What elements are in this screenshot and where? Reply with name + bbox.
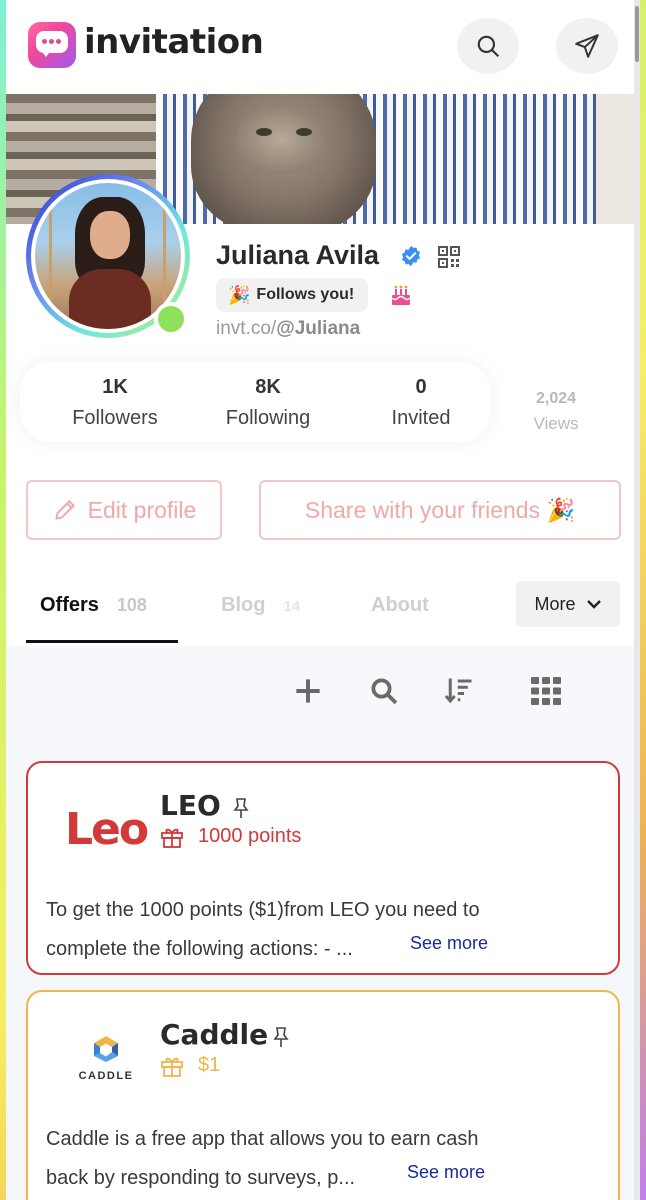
search-offers-button[interactable]: [367, 674, 401, 708]
send-icon: [575, 34, 599, 58]
search-icon: [371, 678, 398, 705]
caddle-logo: CADDLE: [46, 1018, 166, 1098]
stat-followers[interactable]: 1K Followers: [40, 376, 190, 430]
see-more-link[interactable]: See more: [410, 933, 488, 954]
caddle-logo-icon: [94, 1036, 118, 1062]
share-with-friends-button[interactable]: Share with your friends 🎉: [259, 480, 621, 540]
profile-tabs: Offers 108 Blog 14 About More: [6, 568, 640, 646]
stat-views: 2,024 Views: [533, 390, 579, 433]
follows-you-badge: 🎉 Follows you!: [216, 278, 369, 312]
offer-title: LEO: [160, 789, 221, 822]
grid-icon: [531, 677, 561, 705]
chevron-down-icon: [586, 600, 601, 609]
tab-about[interactable]: About: [371, 594, 429, 617]
sort-button[interactable]: [442, 674, 476, 708]
search-icon: [477, 35, 500, 58]
offer-card-leo[interactable]: Leo LEO 1000 points To get the 1000 poin…: [26, 761, 620, 975]
more-dropdown[interactable]: More: [516, 581, 620, 627]
offer-description: To get the 1000 points ($1)from LEO you …: [46, 899, 480, 960]
sort-icon: [444, 678, 472, 704]
profile-name: Juliana Avila: [216, 240, 380, 270]
leo-logo: Leo: [64, 803, 149, 855]
profile-handle[interactable]: invt.co/@Juliana: [216, 318, 360, 340]
brand-name[interactable]: invitation: [84, 22, 264, 62]
stats-card: 1K Followers 8K Following 0 Invited: [20, 362, 490, 442]
offers-panel: Leo LEO 1000 points To get the 1000 poin…: [6, 646, 640, 1200]
gift-icon: [161, 1057, 183, 1077]
app-logo-icon[interactable]: [28, 22, 76, 68]
plus-icon: [296, 679, 320, 703]
offer-card-caddle[interactable]: CADDLE Caddle $1 Caddle is a free app th…: [26, 990, 620, 1200]
grid-view-button[interactable]: [529, 674, 563, 708]
offer-description: Caddle is a free app that allows you to …: [46, 1128, 479, 1189]
active-tab-indicator: [26, 640, 178, 643]
send-button[interactable]: [556, 18, 618, 74]
offer-title: Caddle: [160, 1018, 269, 1051]
tab-blog[interactable]: Blog 14: [221, 594, 300, 617]
search-button[interactable]: [457, 18, 519, 74]
verified-badge-icon: [401, 245, 421, 267]
app-frame: invitation Juliana Avila 🎉 Follows you! …: [6, 0, 640, 1200]
stat-invited[interactable]: 0 Invited: [346, 376, 496, 430]
stat-following[interactable]: 8K Following: [193, 376, 343, 430]
tab-offers[interactable]: Offers 108: [40, 594, 147, 617]
top-header: invitation: [6, 0, 640, 94]
birthday-cake-icon: [391, 285, 411, 305]
follows-you-label: Follows you!: [256, 286, 355, 303]
offer-reward: $1: [160, 1054, 220, 1077]
qr-code-icon[interactable]: [438, 246, 460, 268]
scrollbar[interactable]: [634, 0, 640, 1200]
offer-reward: 1000 points: [160, 825, 301, 848]
pin-icon[interactable]: [272, 1026, 290, 1048]
party-popper-icon: 🎉: [228, 284, 251, 305]
gift-icon: [161, 828, 183, 848]
add-offer-button[interactable]: [291, 674, 325, 708]
edit-profile-button[interactable]: Edit profile: [26, 480, 222, 540]
pencil-icon: [55, 500, 75, 520]
online-status-dot: [154, 302, 188, 336]
pin-icon[interactable]: [232, 797, 250, 819]
see-more-link[interactable]: See more: [407, 1162, 485, 1183]
